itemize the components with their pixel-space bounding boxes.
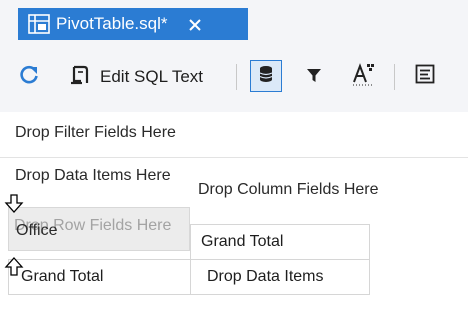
toolbar-separator — [394, 64, 395, 90]
pivot-table-icon — [28, 14, 50, 34]
drag-down-arrow-icon — [4, 194, 24, 214]
drag-up-arrow-icon — [4, 256, 24, 276]
text-view-button[interactable] — [412, 62, 438, 90]
filter-icon — [307, 67, 321, 88]
close-icon[interactable] — [188, 17, 202, 31]
font-icon — [351, 62, 375, 91]
edit-sql-label: Edit SQL Text — [100, 67, 203, 86]
toolbar-separator — [236, 64, 237, 90]
tab-pivottable-sql[interactable]: PivotTable.sql* — [18, 8, 248, 40]
database-icon — [259, 65, 273, 88]
grand-total-column-header[interactable]: Grand Total — [190, 224, 370, 260]
column-drop-area[interactable]: Drop Column Fields Here — [198, 181, 379, 199]
data-items-drop-area[interactable]: Drop Data Items Here — [15, 166, 190, 186]
refresh-icon — [18, 64, 40, 91]
text-view-icon — [415, 64, 435, 89]
data-items-cell[interactable]: Drop Data Items — [190, 259, 370, 295]
tab-title: PivotTable.sql* — [56, 14, 168, 33]
grand-total-row-header[interactable]: Grand Total — [8, 259, 191, 295]
filter-button[interactable] — [304, 64, 324, 90]
refresh-button[interactable] — [16, 64, 42, 90]
edit-sql-text-button[interactable]: Edit SQL Text — [70, 62, 203, 92]
font-button[interactable] — [350, 62, 376, 90]
filter-drop-area[interactable]: Drop Filter Fields Here — [0, 112, 468, 158]
edit-sql-icon — [70, 64, 90, 91]
datasource-button[interactable] — [250, 60, 282, 92]
row-field-office[interactable]: Office — [16, 222, 58, 240]
